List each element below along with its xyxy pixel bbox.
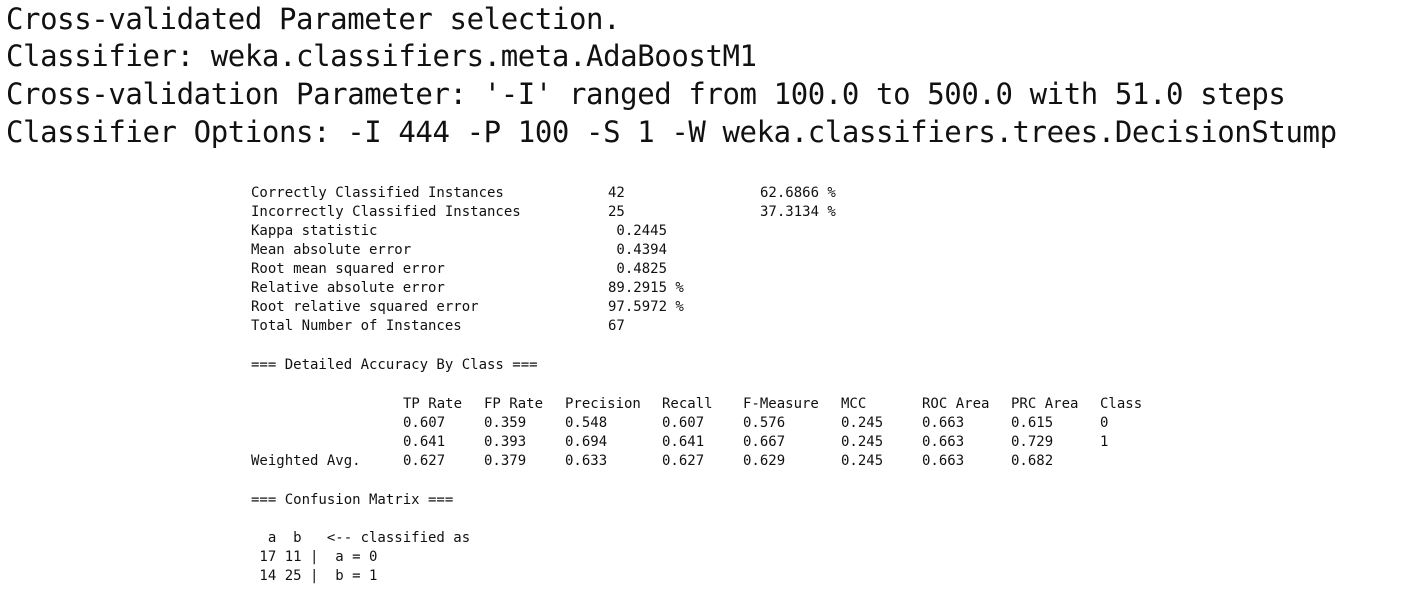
column-header: MCC: [841, 396, 867, 412]
table-cell: 0.379: [484, 453, 527, 469]
table-cell: 0: [1100, 415, 1109, 431]
header-classifier: Classifier: weka.classifiers.meta.AdaBoo…: [6, 39, 757, 73]
summary-percent: 62.6866 %: [760, 185, 836, 201]
summary-value: 67: [608, 318, 625, 334]
summary-label: Relative absolute error: [251, 280, 445, 296]
header-classifier-options: Classifier Options: -I 444 -P 100 -S 1 -…: [6, 115, 1337, 149]
header-cv-parameter: Cross-validation Parameter: '-I' ranged …: [6, 77, 1286, 111]
summary-value: 25: [608, 204, 625, 220]
table-cell: 0.393: [484, 434, 527, 450]
column-header: Precision: [565, 396, 641, 412]
table-cell: 0.633: [565, 453, 608, 469]
confusion-matrix-heading: === Confusion Matrix ===: [251, 492, 454, 508]
table-cell: 0.629: [743, 453, 786, 469]
table-cell: 0.615: [1011, 415, 1054, 431]
table-cell: 0.245: [841, 434, 884, 450]
table-cell: 0.245: [841, 415, 884, 431]
table-cell: 0.641: [662, 434, 705, 450]
confusion-row: 17 11 | a = 0: [251, 549, 378, 565]
column-header: Recall: [662, 396, 713, 412]
table-cell: 1: [1100, 434, 1109, 450]
summary-label: Root relative squared error: [251, 299, 479, 315]
summary-value: 97.5972 %: [608, 299, 684, 315]
summary-label: Kappa statistic: [251, 223, 378, 239]
summary-value: 42: [608, 185, 625, 201]
column-header: TP Rate: [403, 396, 463, 412]
summary-label: Incorrectly Classified Instances: [251, 204, 521, 220]
summary-label: Total Number of Instances: [251, 318, 462, 334]
table-cell: 0.663: [922, 453, 965, 469]
column-header: FP Rate: [484, 396, 544, 412]
summary-value: 0.4825: [608, 261, 668, 277]
table-cell: 0.663: [922, 415, 965, 431]
row-label: Weighted Avg.: [251, 453, 361, 469]
summary-value: 89.2915 %: [608, 280, 684, 296]
summary-label: Mean absolute error: [251, 242, 412, 258]
table-cell: 0.607: [403, 415, 446, 431]
summary-percent: 37.3134 %: [760, 204, 836, 220]
table-cell: 0.667: [743, 434, 786, 450]
table-cell: 0.627: [403, 453, 446, 469]
table-cell: 0.641: [403, 434, 446, 450]
column-header: PRC Area: [1011, 396, 1079, 412]
table-cell: 0.576: [743, 415, 786, 431]
column-header: F-Measure: [743, 396, 819, 412]
summary-label: Root mean squared error: [251, 261, 445, 277]
table-cell: 0.682: [1011, 453, 1054, 469]
table-cell: 0.245: [841, 453, 884, 469]
summary-label: Correctly Classified Instances: [251, 185, 504, 201]
table-cell: 0.607: [662, 415, 705, 431]
table-cell: 0.359: [484, 415, 527, 431]
detailed-accuracy-heading: === Detailed Accuracy By Class ===: [251, 357, 538, 373]
column-header: Class: [1100, 396, 1143, 412]
header-title: Cross-validated Parameter selection.: [6, 2, 621, 36]
confusion-header: a b <-- classified as: [251, 530, 471, 546]
table-cell: 0.548: [565, 415, 608, 431]
summary-value: 0.4394: [608, 242, 668, 258]
column-header: ROC Area: [922, 396, 990, 412]
table-cell: 0.627: [662, 453, 705, 469]
confusion-row: 14 25 | b = 1: [251, 568, 378, 584]
table-cell: 0.663: [922, 434, 965, 450]
table-cell: 0.729: [1011, 434, 1054, 450]
summary-value: 0.2445: [608, 223, 668, 239]
table-cell: 0.694: [565, 434, 608, 450]
